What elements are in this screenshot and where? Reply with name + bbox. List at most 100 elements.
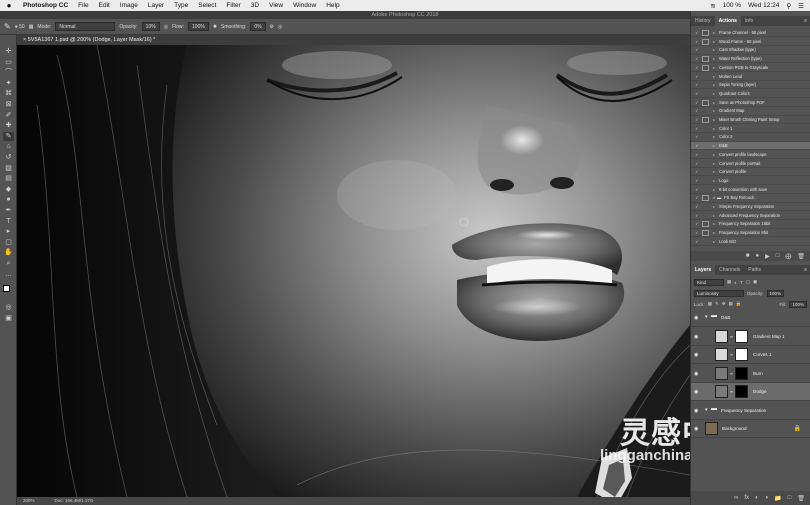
action-item[interactable]: ✓ ▸ Logo bbox=[691, 177, 810, 186]
action-item[interactable]: ✓ ▾ ▬ FS Bay Retouch bbox=[691, 194, 810, 203]
action-item[interactable]: ✓ ▸ Cast Shadow (type) bbox=[691, 46, 810, 55]
close-tab-icon[interactable]: × bbox=[23, 37, 26, 43]
menu-view[interactable]: View bbox=[264, 2, 288, 9]
history-brush-icon[interactable]: ↺ bbox=[3, 153, 14, 162]
check-icon[interactable]: ✓ bbox=[693, 186, 701, 194]
smoothing-input[interactable]: 0% bbox=[250, 22, 266, 31]
layer-row[interactable]: ◉ ▾ ▬ Frequency Separation bbox=[691, 402, 810, 420]
action-item[interactable]: ✓ ▸ Mixer Brush Cloning Paint Setup bbox=[691, 116, 810, 125]
menu-3d[interactable]: 3D bbox=[246, 2, 264, 9]
filter-pixel-icon[interactable]: ▩ bbox=[727, 279, 731, 285]
panel-menu-icon[interactable]: ≡ bbox=[804, 267, 810, 273]
check-icon[interactable]: ✓ bbox=[693, 38, 701, 46]
color-swatches[interactable] bbox=[3, 285, 14, 297]
action-item[interactable]: ✓ ▸ Convert profile portrait bbox=[691, 160, 810, 168]
hand-tool-icon[interactable]: ✋ bbox=[3, 248, 14, 257]
filter-adjust-icon[interactable]: ◐ bbox=[734, 280, 737, 285]
link-icon[interactable]: ∞ bbox=[734, 495, 738, 501]
action-item[interactable]: ✓ ▸ Frequency Separation 8bit bbox=[691, 229, 810, 238]
action-item[interactable]: ✓ ▸ Custom RGB to Grayscale bbox=[691, 64, 810, 73]
dialog-toggle-icon[interactable] bbox=[702, 230, 709, 237]
dialog-toggle-icon[interactable] bbox=[702, 117, 709, 123]
menu-layer[interactable]: Layer bbox=[143, 2, 169, 9]
lock-move-icon[interactable]: ✥ bbox=[722, 301, 726, 307]
check-icon[interactable]: ✓ bbox=[693, 177, 701, 185]
filter-type-icon[interactable]: T bbox=[740, 280, 743, 285]
check-icon[interactable]: ✓ bbox=[693, 238, 701, 246]
chevron-right-icon[interactable]: ▸ bbox=[713, 116, 715, 124]
lock-paint-icon[interactable]: ✎ bbox=[715, 301, 719, 307]
pressure-opacity-icon[interactable]: ◎ bbox=[164, 24, 168, 30]
chevron-right-icon[interactable]: ▾ bbox=[705, 314, 708, 320]
chevron-down-icon[interactable]: ▾ bbox=[713, 194, 715, 202]
brush-tool-icon[interactable]: ✎ bbox=[3, 131, 14, 141]
healing-tool-icon[interactable]: ✚ bbox=[3, 121, 14, 130]
visibility-eye-icon[interactable]: ◉ bbox=[694, 408, 698, 414]
chevron-right-icon[interactable]: ▸ bbox=[713, 168, 715, 176]
check-icon[interactable]: ✓ bbox=[693, 46, 701, 54]
chevron-right-icon[interactable]: ▸ bbox=[713, 151, 715, 159]
action-item[interactable]: ✓ ▸ 8-bit conversion with save bbox=[691, 186, 810, 194]
new-layer-icon[interactable]: □ bbox=[788, 495, 792, 501]
lock-artboard-icon[interactable]: ▦ bbox=[729, 301, 733, 307]
lock-pixels-icon[interactable]: ▩ bbox=[708, 301, 712, 307]
layer-row[interactable]: ◉ ▾ ▬ D&B bbox=[691, 309, 810, 327]
check-icon[interactable]: ✓ bbox=[693, 29, 701, 37]
check-icon[interactable]: ✓ bbox=[693, 99, 701, 107]
tab-channels[interactable]: Channels bbox=[715, 265, 744, 275]
chevron-right-icon[interactable]: ▸ bbox=[713, 160, 715, 168]
action-item[interactable]: ✓ ▸ Color 2 bbox=[691, 133, 810, 142]
tab-info[interactable]: Info bbox=[741, 16, 757, 26]
group-icon[interactable]: 📁 bbox=[774, 495, 781, 502]
shape-tool-icon[interactable]: ▢ bbox=[3, 238, 14, 247]
chevron-right-icon[interactable]: ▸ bbox=[713, 203, 715, 211]
check-icon[interactable]: ✓ bbox=[693, 116, 701, 124]
lock-all-icon[interactable]: 🔒 bbox=[736, 301, 742, 307]
gradient-tool-icon[interactable]: ▤ bbox=[3, 174, 14, 183]
action-item[interactable]: ✓ ▸ Look B/D bbox=[691, 238, 810, 247]
dialog-toggle-icon[interactable] bbox=[702, 99, 709, 106]
zoom-readout[interactable]: 200% bbox=[23, 497, 35, 505]
check-icon[interactable]: ✓ bbox=[693, 73, 701, 81]
chevron-right-icon[interactable]: ▸ bbox=[713, 186, 715, 194]
tab-actions[interactable]: Actions bbox=[714, 16, 741, 26]
stop-icon[interactable]: ■ bbox=[746, 253, 750, 259]
delete-layer-icon[interactable]: 🗑 bbox=[797, 495, 805, 502]
record-icon[interactable]: ● bbox=[756, 253, 760, 259]
menu-file[interactable]: File bbox=[73, 2, 93, 9]
visibility-eye-icon[interactable]: ◉ bbox=[694, 334, 698, 340]
check-icon[interactable]: ✓ bbox=[693, 107, 701, 115]
trash-icon[interactable]: 🗑 bbox=[797, 253, 805, 260]
action-item[interactable]: ✓ ▸ D&B bbox=[691, 142, 810, 151]
action-item[interactable]: ✓ ▸ Save as Photoshop PDF bbox=[691, 99, 810, 107]
check-icon[interactable]: ✓ bbox=[693, 133, 701, 141]
layer-mask-thumbnail[interactable] bbox=[735, 348, 748, 361]
search-icon[interactable]: ⚲ bbox=[786, 2, 791, 10]
visibility-eye-icon[interactable]: ◉ bbox=[694, 352, 698, 358]
tab-paths[interactable]: Paths bbox=[744, 265, 765, 275]
link-icon[interactable]: ∞ bbox=[730, 352, 733, 357]
dialog-toggle-icon[interactable] bbox=[702, 30, 709, 36]
chevron-right-icon[interactable]: ▾ bbox=[705, 407, 708, 413]
layer-mask-thumbnail[interactable] bbox=[735, 385, 748, 398]
path-select-icon[interactable]: ▸ bbox=[3, 227, 14, 236]
layer-mask-thumbnail[interactable] bbox=[735, 366, 748, 380]
chevron-right-icon[interactable]: ▸ bbox=[713, 90, 715, 98]
action-item[interactable]: ✓ ▸ Water Reflection (type) bbox=[691, 55, 810, 64]
mode-select[interactable]: Normal bbox=[55, 22, 116, 31]
dodge-tool-icon[interactable]: ● bbox=[3, 195, 14, 204]
layer-mask-thumbnail[interactable] bbox=[735, 329, 748, 343]
panel-menu-icon[interactable]: ≡ bbox=[804, 18, 810, 24]
visibility-eye-icon[interactable]: ◉ bbox=[694, 315, 698, 321]
airbrush-icon[interactable]: ✹ bbox=[213, 24, 217, 30]
screen-mode-icon[interactable]: ▣ bbox=[3, 314, 14, 323]
tab-layers[interactable]: Layers bbox=[691, 265, 716, 275]
chevron-right-icon[interactable]: ▸ bbox=[713, 133, 715, 141]
crop-tool-icon[interactable]: ⌘ bbox=[3, 89, 14, 98]
brush-tool-icon[interactable]: ✎ bbox=[4, 22, 11, 31]
action-item[interactable]: ✓ ▸ Quadrant Colors bbox=[691, 90, 810, 99]
check-icon[interactable]: ✓ bbox=[693, 142, 701, 150]
chevron-right-icon[interactable]: ▸ bbox=[713, 229, 715, 237]
layer-row[interactable]: ◉ ∞ Curves 1 bbox=[691, 346, 810, 364]
blur-tool-icon[interactable]: ◆ bbox=[3, 185, 14, 194]
